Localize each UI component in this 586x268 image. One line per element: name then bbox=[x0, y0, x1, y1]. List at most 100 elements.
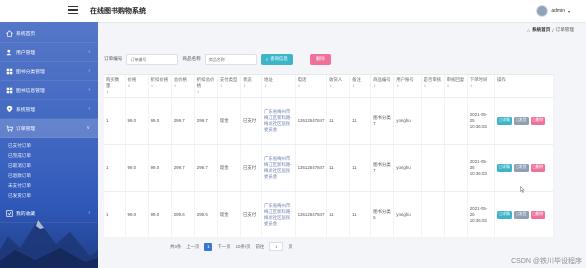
column-header[interactable]: 审核回复 ⇕ bbox=[444, 75, 468, 98]
cell-remark: 11 bbox=[349, 97, 372, 145]
users-icon bbox=[6, 49, 13, 56]
cell-audited bbox=[421, 144, 445, 192]
sidebar-item-favorites[interactable]: 我的收藏 ‹ bbox=[0, 204, 98, 223]
sidebar-item-system[interactable]: 系统管理 ‹ bbox=[0, 100, 98, 119]
sort-icon: ⇕ bbox=[150, 84, 154, 88]
cell-user: yonghu bbox=[393, 97, 422, 145]
sidebar-item-label: 图书信息管理 bbox=[16, 88, 45, 94]
column-header[interactable]: 用户账号 ⇕ bbox=[393, 75, 422, 98]
submenu-item-refunded[interactable]: 已退款订单 bbox=[8, 171, 98, 181]
star-icon bbox=[6, 209, 13, 217]
sort-icon: ⇕ bbox=[106, 90, 110, 94]
cell-phone: 13612547847 bbox=[295, 97, 328, 145]
watermark: CSDN @铁川毕设程序 bbox=[511, 258, 582, 265]
cell-status: 已支付 bbox=[240, 191, 262, 237]
sidebar-item-label: 用户管理 bbox=[16, 50, 36, 56]
cell-actions: ◻详情 ◻发货 ◻删除 bbox=[494, 191, 554, 237]
sidebar-item-label: 我的收藏 bbox=[16, 211, 36, 217]
search-icon: ⌕ bbox=[265, 56, 269, 62]
sort-icon: ⇕ bbox=[297, 84, 301, 88]
order-no-input[interactable] bbox=[126, 53, 179, 65]
submenu-item-completed[interactable]: 已完成订单 bbox=[8, 151, 98, 161]
column-header[interactable]: 状态 ⇕ bbox=[240, 75, 262, 98]
column-header[interactable]: 地址 ⇕ bbox=[261, 75, 296, 98]
cell-discount-price: 99.0 bbox=[148, 144, 172, 192]
home-icon: ⌂ bbox=[527, 27, 530, 33]
goto-page-input[interactable]: 1 bbox=[269, 242, 284, 251]
cell-audited bbox=[421, 97, 445, 145]
cell-phone: 13612547847 bbox=[295, 191, 328, 237]
sort-icon: ⇕ bbox=[396, 84, 400, 88]
ship-button[interactable]: ◻发货 bbox=[513, 117, 529, 125]
column-header[interactable]: 备注 ⇕ bbox=[349, 75, 372, 98]
cell-reply bbox=[444, 191, 468, 237]
cell-address: 广东省梅州市梅江区新科路-梅龙社区居民委员会 bbox=[261, 97, 296, 145]
row-delete-button[interactable]: ◻删除 bbox=[530, 117, 546, 125]
grid-icon bbox=[6, 68, 13, 75]
sidebar-item-users[interactable]: 用户管理 ‹ bbox=[0, 43, 98, 62]
book-name-input[interactable] bbox=[204, 53, 257, 65]
column-header[interactable]: 是否审核 ⇕ bbox=[421, 75, 445, 98]
sidebar: 系统首页 用户管理 ‹ 图书分类管理 ‹ 图书信息管理 ‹ 系统管理 ‹ 订单管… bbox=[0, 22, 98, 268]
search-button[interactable]: ⌕ 查询信息 bbox=[260, 53, 293, 65]
breadcrumb-current: 订单管理 bbox=[555, 27, 574, 32]
page-size-select[interactable]: 10条/页 bbox=[236, 244, 251, 250]
column-header[interactable]: 折扣价格 ⇕ bbox=[148, 75, 172, 98]
sidebar-item-book-category[interactable]: 图书分类管理 ‹ bbox=[0, 62, 98, 81]
column-header[interactable]: 支付类型 ⇕ bbox=[217, 75, 241, 98]
cell-total: 299.7 bbox=[171, 144, 195, 192]
page-number-current[interactable]: 1 bbox=[204, 242, 213, 251]
book-name-label: 商品名称 bbox=[182, 56, 201, 61]
sidebar-item-home[interactable]: 系统首页 bbox=[0, 24, 98, 43]
user-name: admin bbox=[551, 8, 565, 14]
sidebar-item-orders[interactable]: 订单管理 ∨ bbox=[0, 119, 98, 138]
cell-remark: 11 bbox=[349, 144, 372, 192]
column-header[interactable]: 价格 ⇕ bbox=[125, 75, 149, 98]
column-header[interactable]: 折扣总价格 ⇕ bbox=[194, 75, 218, 98]
table-row: 1 99.0 99.0 299.7 299.7 现金 已支付 广东省梅州市梅江区… bbox=[104, 144, 554, 192]
cell-reply bbox=[444, 97, 468, 145]
breadcrumb: ⌂ 系统首页 / 订单管理 bbox=[98, 22, 586, 38]
cell-price: 99.0 bbox=[125, 97, 149, 145]
submenu-item-unpaid[interactable]: 未支付订单 bbox=[8, 181, 98, 191]
column-header[interactable]: 商品编号 ⇕ bbox=[370, 75, 395, 98]
table-header: 购买数量 ⇕ 价格 ⇕ 折扣价格 ⇕ 总价格 ⇕ 折扣总价格 ⇕ 支付类型 ⇕ 状态 ⇕ 地址… bbox=[104, 75, 554, 98]
sort-icon: ⇕ bbox=[423, 84, 427, 88]
column-header[interactable]: 收货人 ⇕ bbox=[326, 75, 351, 98]
cell-time: 2021-05-25 10:36:03 bbox=[467, 97, 496, 145]
column-header[interactable]: 购买数量 ⇕ bbox=[104, 75, 126, 98]
row-delete-button[interactable]: ◻删除 bbox=[530, 211, 546, 219]
delete-button[interactable]: 删除 bbox=[310, 53, 331, 65]
cell-time: 2021-05-25 10:36:03 bbox=[467, 144, 496, 192]
sidebar-item-book-info[interactable]: 图书信息管理 ‹ bbox=[0, 81, 98, 100]
cell-qty: 1 bbox=[104, 191, 126, 237]
sort-icon: ⇕ bbox=[173, 84, 177, 88]
detail-button[interactable]: ◻详情 bbox=[497, 164, 512, 172]
chevron-left-icon: ‹ bbox=[88, 49, 90, 55]
submenu-item-paid[interactable]: 已支付订单 bbox=[8, 141, 98, 151]
pager-total: 共3条 bbox=[170, 243, 182, 249]
pager-prev[interactable]: 上一页 bbox=[186, 244, 199, 250]
chevron-left-icon: ‹ bbox=[88, 87, 90, 93]
ship-button[interactable]: ◻发货 bbox=[513, 164, 529, 172]
breadcrumb-home[interactable]: 系统首页 bbox=[532, 27, 550, 33]
submenu-item-cancelled[interactable]: 已取消订单 bbox=[8, 161, 98, 171]
sidebar-menu: 系统首页 用户管理 ‹ 图书分类管理 ‹ 图书信息管理 ‹ 系统管理 ‹ 订单管… bbox=[0, 24, 98, 223]
breadcrumb-separator: / bbox=[552, 27, 554, 33]
menu-toggle-icon[interactable] bbox=[68, 6, 78, 15]
cell-total: 299.7 bbox=[171, 97, 195, 145]
detail-button[interactable]: ◻详情 bbox=[497, 211, 512, 219]
column-header[interactable]: 下单时间 ⇕ bbox=[467, 75, 496, 98]
detail-button[interactable]: ◻详情 bbox=[497, 117, 512, 125]
pager-next[interactable]: 下一页 bbox=[217, 244, 230, 250]
row-delete-button[interactable]: ◻删除 bbox=[530, 164, 546, 172]
cell-actions: ◻详情 ◻发货 ◻删除 bbox=[494, 97, 554, 145]
column-header[interactable]: 总价格 ⇕ bbox=[171, 75, 195, 98]
cell-pay-type: 现金 bbox=[217, 144, 241, 192]
ship-button[interactable]: ◻发货 bbox=[513, 211, 529, 219]
submenu-item-shipped[interactable]: 已发货订单 bbox=[8, 191, 98, 201]
cell-receiver: 11 bbox=[326, 191, 351, 237]
column-header[interactable]: 电话 ⇕ bbox=[295, 75, 328, 98]
user-menu[interactable]: admin ▾ bbox=[536, 5, 570, 17]
cell-actions: ◻详情 ◻发货 ◻删除 bbox=[494, 144, 554, 192]
